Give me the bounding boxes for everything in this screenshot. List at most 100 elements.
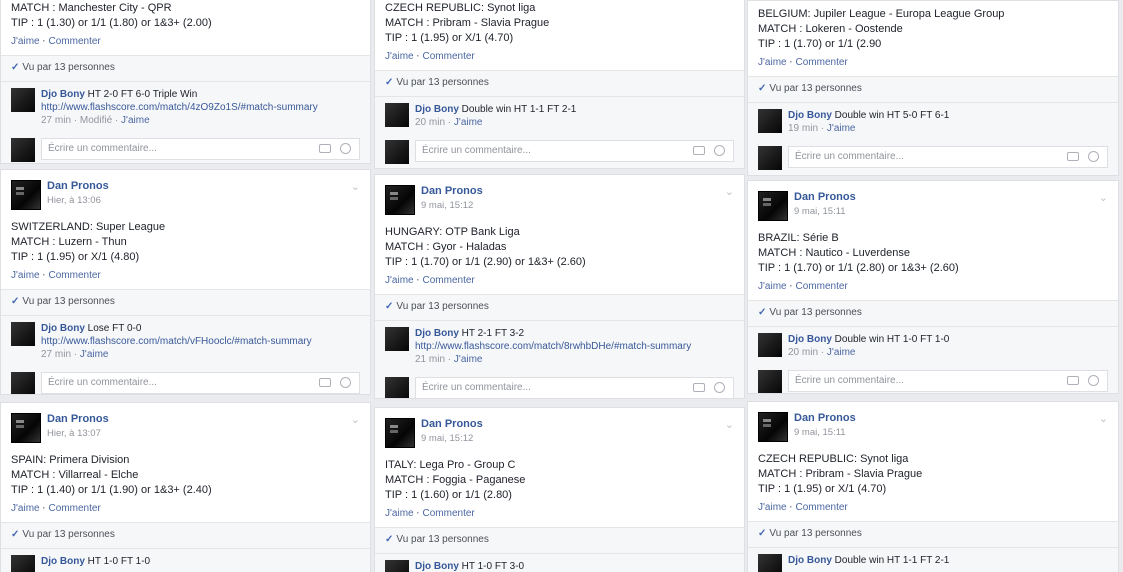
comment-link[interactable]: http://www.flashscore.com/match/8rwhbDHe… bbox=[415, 340, 734, 353]
like-link[interactable]: J'aime bbox=[11, 270, 40, 281]
post-author[interactable]: Dan Pronos bbox=[47, 180, 109, 192]
comment-link[interactable]: Commenter bbox=[796, 57, 848, 68]
avatar[interactable] bbox=[758, 412, 788, 442]
post-date[interactable]: 9 mai, 15:11 bbox=[794, 427, 846, 438]
seen-by[interactable]: ✓ Vu par 13 personnes bbox=[1, 289, 370, 315]
seen-by[interactable]: ✓ Vu par 13 personnes bbox=[1, 55, 370, 81]
comment-author[interactable]: Djo Bony bbox=[41, 89, 85, 100]
post-date[interactable]: Hier, à 13:06 bbox=[47, 195, 101, 206]
comment-author[interactable]: Djo Bony bbox=[415, 104, 459, 115]
post-author[interactable]: Dan Pronos bbox=[794, 412, 856, 424]
comment-like[interactable]: J'aime bbox=[80, 349, 109, 360]
emoji-icon[interactable] bbox=[1088, 375, 1099, 386]
camera-icon[interactable] bbox=[693, 146, 705, 155]
avatar[interactable] bbox=[385, 560, 409, 572]
avatar[interactable] bbox=[758, 109, 782, 133]
like-link[interactable]: J'aime bbox=[385, 275, 414, 286]
comment-time[interactable]: 27 min bbox=[41, 115, 71, 126]
chevron-down-icon[interactable]: ⌄ bbox=[351, 180, 360, 193]
avatar[interactable] bbox=[11, 180, 41, 210]
like-link[interactable]: J'aime bbox=[11, 503, 40, 514]
like-link[interactable]: J'aime bbox=[758, 281, 787, 292]
chevron-down-icon[interactable]: ⌄ bbox=[725, 185, 734, 198]
seen-by[interactable]: ✓ Vu par 13 personnes bbox=[748, 76, 1118, 102]
like-link[interactable]: J'aime bbox=[758, 502, 787, 513]
comment-link[interactable]: Commenter bbox=[423, 51, 475, 62]
camera-icon[interactable] bbox=[693, 383, 705, 392]
post-author[interactable]: Dan Pronos bbox=[421, 418, 483, 430]
comment-input[interactable]: Écrire un commentaire... bbox=[415, 140, 734, 162]
comment-time[interactable]: 20 min bbox=[415, 117, 445, 128]
camera-icon[interactable] bbox=[319, 144, 331, 153]
avatar[interactable] bbox=[758, 554, 782, 572]
chevron-down-icon[interactable]: ⌄ bbox=[351, 413, 360, 426]
seen-by[interactable]: ✓ Vu par 13 personnes bbox=[375, 294, 744, 320]
comment-like[interactable]: J'aime bbox=[454, 117, 483, 128]
emoji-icon[interactable] bbox=[340, 377, 351, 388]
comment-author[interactable]: Djo Bony bbox=[788, 110, 832, 121]
camera-icon[interactable] bbox=[1067, 152, 1079, 161]
avatar[interactable] bbox=[11, 555, 35, 572]
post-author[interactable]: Dan Pronos bbox=[47, 413, 109, 425]
comment-like[interactable]: J'aime bbox=[121, 115, 150, 126]
chevron-down-icon[interactable]: ⌄ bbox=[725, 418, 734, 431]
post-author[interactable]: Dan Pronos bbox=[794, 191, 856, 203]
like-link[interactable]: J'aime bbox=[11, 36, 40, 47]
avatar[interactable] bbox=[385, 185, 415, 215]
comment-author[interactable]: Djo Bony bbox=[415, 328, 459, 339]
avatar[interactable] bbox=[11, 322, 35, 346]
post-date[interactable]: 9 mai, 15:12 bbox=[421, 200, 473, 211]
post-date[interactable]: Hier, à 13:07 bbox=[47, 428, 101, 439]
comment-link[interactable]: Commenter bbox=[796, 502, 848, 513]
comment-link[interactable]: Commenter bbox=[423, 275, 475, 286]
emoji-icon[interactable] bbox=[340, 143, 351, 154]
comment-link[interactable]: Commenter bbox=[423, 508, 475, 519]
comment-author[interactable]: Djo Bony bbox=[41, 556, 85, 567]
comment-link[interactable]: Commenter bbox=[49, 36, 101, 47]
comment-link[interactable]: Commenter bbox=[49, 503, 101, 514]
comment-input[interactable]: Écrire un commentaire... bbox=[415, 377, 734, 398]
comment-input[interactable]: Écrire un commentaire... bbox=[788, 146, 1108, 168]
seen-by[interactable]: ✓ Vu par 13 personnes bbox=[748, 521, 1118, 547]
camera-icon[interactable] bbox=[319, 378, 331, 387]
comment-time[interactable]: 21 min bbox=[415, 354, 445, 365]
comment-author[interactable]: Djo Bony bbox=[415, 561, 459, 572]
comment-like[interactable]: J'aime bbox=[827, 347, 856, 358]
comment-input[interactable]: Écrire un commentaire... bbox=[41, 138, 360, 160]
comment-time[interactable]: 19 min bbox=[788, 123, 818, 134]
post-date[interactable]: 9 mai, 15:11 bbox=[794, 206, 846, 217]
emoji-icon[interactable] bbox=[714, 382, 725, 393]
seen-by[interactable]: ✓ Vu par 13 personnes bbox=[375, 527, 744, 553]
avatar[interactable] bbox=[11, 413, 41, 443]
emoji-icon[interactable] bbox=[714, 145, 725, 156]
chevron-down-icon[interactable]: ⌄ bbox=[1099, 191, 1108, 204]
comment-input[interactable]: Écrire un commentaire... bbox=[788, 370, 1108, 392]
comment-author[interactable]: Djo Bony bbox=[788, 334, 832, 345]
avatar[interactable] bbox=[385, 418, 415, 448]
seen-by[interactable]: ✓ Vu par 13 personnes bbox=[375, 70, 744, 96]
camera-icon[interactable] bbox=[1067, 376, 1079, 385]
comment-link[interactable]: Commenter bbox=[796, 281, 848, 292]
comment-author[interactable]: Djo Bony bbox=[788, 555, 832, 566]
comment-link[interactable]: Commenter bbox=[49, 270, 101, 281]
comment-input[interactable]: Écrire un commentaire... bbox=[41, 372, 360, 394]
post-date[interactable]: 9 mai, 15:12 bbox=[421, 433, 473, 444]
comment-link[interactable]: http://www.flashscore.com/match/4zO9Zo1S… bbox=[41, 101, 360, 114]
comment-author[interactable]: Djo Bony bbox=[41, 323, 85, 334]
avatar[interactable] bbox=[758, 333, 782, 357]
like-link[interactable]: J'aime bbox=[385, 51, 414, 62]
seen-by[interactable]: ✓ Vu par 13 personnes bbox=[1, 522, 370, 548]
like-link[interactable]: J'aime bbox=[385, 508, 414, 519]
comment-time[interactable]: 27 min bbox=[41, 349, 71, 360]
avatar[interactable] bbox=[385, 103, 409, 127]
comment-like[interactable]: J'aime bbox=[827, 123, 856, 134]
comment-link[interactable]: http://www.flashscore.com/match/vFHooclc… bbox=[41, 335, 360, 348]
chevron-down-icon[interactable]: ⌄ bbox=[1099, 412, 1108, 425]
comment-like[interactable]: J'aime bbox=[454, 354, 483, 365]
post-author[interactable]: Dan Pronos bbox=[421, 185, 483, 197]
avatar[interactable] bbox=[385, 327, 409, 351]
avatar[interactable] bbox=[11, 88, 35, 112]
avatar[interactable] bbox=[758, 191, 788, 221]
seen-by[interactable]: ✓ Vu par 13 personnes bbox=[748, 300, 1118, 326]
emoji-icon[interactable] bbox=[1088, 151, 1099, 162]
